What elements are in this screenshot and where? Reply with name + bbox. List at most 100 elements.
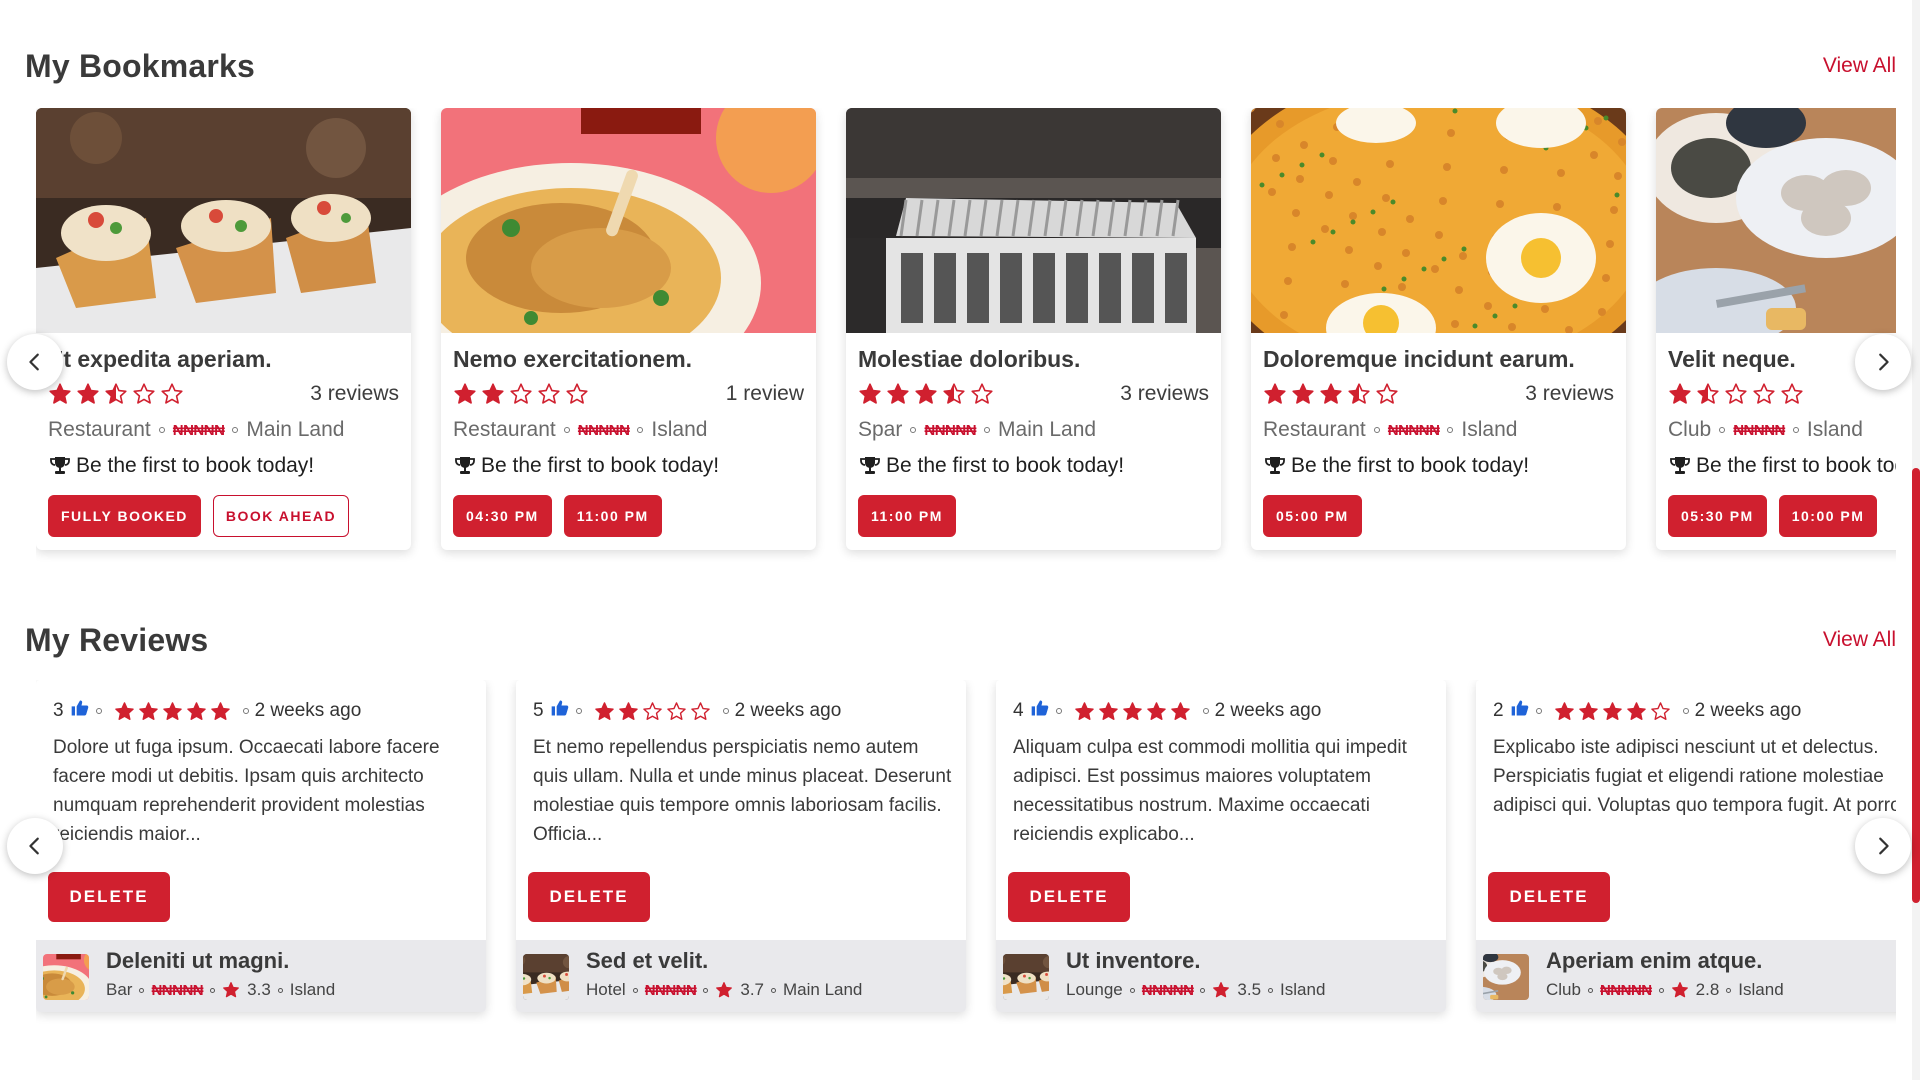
delete-review-button[interactable]: DELETE	[528, 872, 650, 922]
star-filled-icon	[162, 701, 182, 720]
time-slot-button[interactable]: 11:00 PM	[563, 495, 662, 537]
page-scrollbar-thumb[interactable]	[1912, 468, 1920, 903]
chevron-right-icon	[1879, 353, 1889, 371]
bookmark-card[interactable]: Nemo exercitationem. 1 review Restaurant ₦₦…	[441, 108, 816, 550]
booking-promo-text: Be the first to book today!	[1696, 454, 1896, 477]
bookmark-category: Restaurant	[1263, 418, 1366, 441]
bookmarks-view-all-link[interactable]: View All	[1823, 54, 1896, 78]
separator-dot	[158, 427, 165, 433]
oysters-photo	[1483, 954, 1529, 1000]
bookmark-card[interactable]: Et expedita aperiam. 3 reviews Restaurant ₦…	[36, 108, 411, 550]
review-venue[interactable]: Aperiam enim atque. Club ₦₦₦₦₦ 2.8 Island	[1476, 940, 1896, 1012]
reviews-view-all-link[interactable]: View All	[1823, 628, 1896, 652]
delete-review-button[interactable]: DELETE	[1488, 872, 1610, 922]
review-card: 3 2 weeks ago Dolore ut fuga ipsum. Occae…	[36, 680, 486, 1012]
chicken-photo	[441, 108, 816, 333]
star-filled-icon	[618, 701, 638, 720]
thumbs-up-icon	[1031, 700, 1048, 716]
like-button[interactable]	[1510, 698, 1530, 724]
review-text: Et nemo repellendus perspiciatis nemo au…	[533, 737, 952, 845]
bookmark-meta: Club ₦₦₦₦₦ Island	[1668, 418, 1863, 442]
paella-photo	[1251, 108, 1626, 333]
chevron-left-icon	[29, 353, 39, 371]
time-slot-button[interactable]: 05:30 PM	[1668, 495, 1767, 537]
price-level: ₦₦₦₦₦	[1141, 981, 1194, 999]
time-slot-button[interactable]: 10:00 PM	[1778, 495, 1878, 537]
star-filled-icon	[1264, 383, 1286, 404]
review-venue[interactable]: Deleniti ut magni. Bar ₦₦₦₦₦ 3.3 Island	[36, 940, 486, 1012]
reviews-header: My Reviews View All	[25, 622, 1896, 662]
bookmark-card[interactable]: Doloremque incidunt earum. 3 reviews Resta…	[1251, 108, 1626, 550]
bookmarks-prev-button[interactable]	[7, 334, 63, 390]
time-slot-button[interactable]: 04:30 PM	[453, 495, 552, 537]
reviews-prev-button[interactable]	[7, 818, 63, 874]
fully-booked-badge[interactable]: FULLY BOOKED	[48, 495, 201, 537]
review-header: 2 2 weeks ago	[1493, 698, 1801, 724]
bookmark-review-count: 3 reviews	[310, 382, 399, 405]
separator-dot	[1200, 987, 1206, 993]
star-rating	[594, 701, 711, 722]
bookmark-meta: Spar ₦₦₦₦₦ Main Land	[858, 418, 1096, 442]
bookmark-name: Et expedita aperiam.	[48, 346, 272, 372]
bookmark-card[interactable]: Velit neque. Club ₦₦₦₦₦ Island Be the first…	[1656, 108, 1896, 550]
separator-dot	[722, 708, 729, 714]
star-rating	[1668, 382, 1804, 406]
star-empty-icon	[971, 383, 993, 404]
book-ahead-button[interactable]: BOOK AHEAD	[212, 495, 350, 537]
trophy-icon	[455, 457, 475, 474]
like-count: 4	[1013, 700, 1024, 721]
reviews-next-button[interactable]	[1855, 818, 1911, 874]
separator-dot	[232, 427, 239, 433]
separator-dot	[1535, 708, 1542, 714]
venue-score: 3.7	[740, 980, 764, 999]
time-slots: 11:00 PM	[858, 495, 956, 537]
bookmark-category: Restaurant	[48, 418, 151, 441]
delete-review-button[interactable]: DELETE	[48, 872, 170, 922]
star-filled-icon	[1098, 701, 1118, 720]
bookmark-image[interactable]	[36, 108, 411, 333]
star-filled-icon	[482, 383, 504, 404]
reviews-carousel: 3 2 weeks ago Dolore ut fuga ipsum. Occae…	[36, 680, 1896, 1040]
bookmark-image[interactable]	[846, 108, 1221, 333]
star-empty-icon	[566, 383, 588, 404]
like-button[interactable]	[550, 698, 570, 724]
bookmark-image[interactable]	[441, 108, 816, 333]
star-filled-icon	[77, 383, 99, 404]
thumbs-up-icon	[551, 700, 568, 716]
like-button[interactable]	[1030, 698, 1050, 724]
price-level: ₦₦₦₦₦	[577, 421, 630, 439]
booking-promo-text: Be the first to book today!	[1291, 454, 1530, 477]
bookmarks-section: My Bookmarks View All Et expedita aperia…	[0, 48, 1920, 558]
bookmarks-next-button[interactable]	[1855, 334, 1911, 390]
bookmark-image[interactable]	[1251, 108, 1626, 333]
like-button[interactable]	[70, 698, 90, 724]
time-slot-button[interactable]: 11:00 PM	[858, 495, 956, 537]
star-filled-icon	[1602, 701, 1622, 720]
venue-meta: Hotel ₦₦₦₦₦ 3.7 Main Land	[586, 980, 862, 1000]
bookmark-location: Island	[1806, 418, 1863, 441]
star-half-icon	[1697, 383, 1719, 404]
time-slot-button[interactable]: 05:00 PM	[1263, 495, 1362, 537]
booking-promo-text: Be the first to book today!	[76, 454, 315, 477]
star-rating	[453, 382, 589, 406]
bookmark-image[interactable]	[1656, 108, 1896, 333]
star-empty-icon	[538, 383, 560, 404]
star-half-icon	[1348, 383, 1370, 404]
venue-thumbnail	[1483, 954, 1529, 1000]
price-level: ₦₦₦₦₦	[1387, 421, 1440, 439]
time-slots: 04:30 PM 11:00 PM	[453, 495, 662, 537]
separator-dot	[1055, 708, 1062, 714]
price-level: ₦₦₦₦₦	[172, 421, 225, 439]
delete-review-button[interactable]: DELETE	[1008, 872, 1130, 922]
separator-dot	[910, 427, 917, 433]
bookmark-card[interactable]: Molestiae doloribus. 3 reviews Spar ₦₦₦₦₦ Ma…	[846, 108, 1221, 550]
review-venue[interactable]: Sed et velit. Hotel ₦₦₦₦₦ 3.7 Main Land	[516, 940, 966, 1012]
review-venue[interactable]: Ut inventore. Lounge ₦₦₦₦₦ 3.5 Island	[996, 940, 1446, 1012]
venue-meta: Club ₦₦₦₦₦ 2.8 Island	[1546, 980, 1784, 1000]
venue-type: Club	[1546, 980, 1581, 999]
star-empty-icon	[1753, 383, 1775, 404]
venue-meta: Lounge ₦₦₦₦₦ 3.5 Island	[1066, 980, 1325, 1000]
bookmark-location: Main Land	[246, 418, 345, 441]
page-scrollbar[interactable]	[1912, 0, 1920, 1080]
review-header: 3 2 weeks ago	[53, 698, 361, 724]
